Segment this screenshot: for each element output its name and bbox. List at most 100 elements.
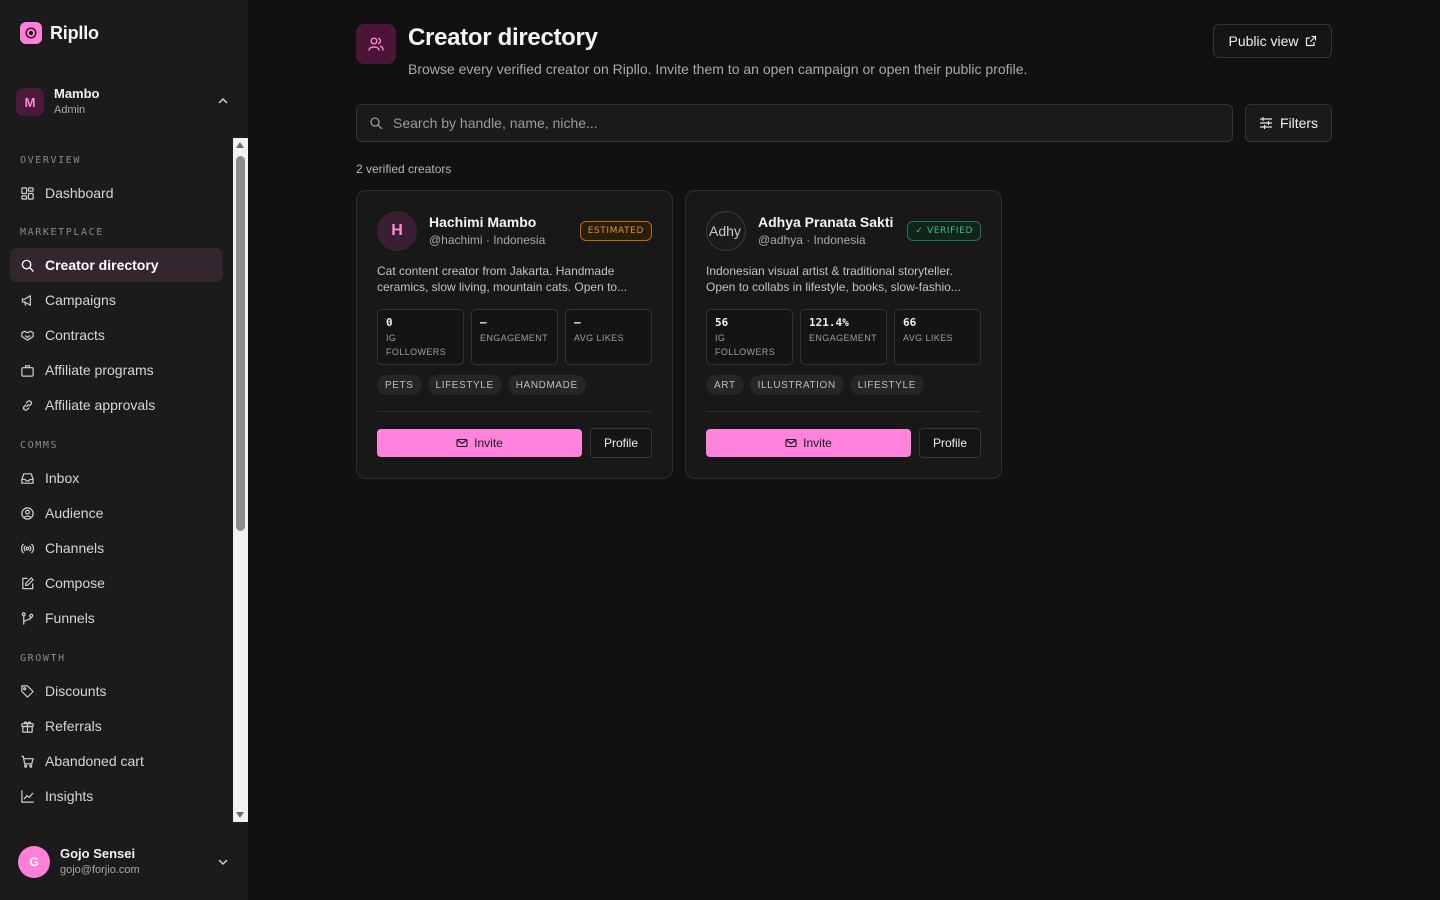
sidebar-item-dashboard[interactable]: Dashboard	[10, 176, 223, 210]
creator-card: H Hachimi Mambo @hachimi · Indonesia EST…	[356, 190, 673, 479]
stat-value: –	[574, 316, 581, 329]
sidebar-item-label: Contracts	[45, 327, 105, 343]
stat-ig-followers: 56 IG FOLLOWERS	[706, 309, 793, 365]
avatar: Adhy	[706, 211, 746, 251]
broadcast-icon	[20, 543, 35, 553]
niche-tag: PETS	[377, 375, 422, 395]
sidebar-item-funnels[interactable]: Funnels	[10, 601, 223, 635]
search-bar[interactable]	[356, 104, 1233, 142]
stat-value: 66	[903, 316, 917, 329]
avatar: G	[18, 846, 50, 878]
nav-section-overview: OVERVIEW	[20, 155, 81, 166]
chart-icon	[21, 789, 34, 803]
profile-button[interactable]: Profile	[919, 428, 981, 458]
gift-icon	[21, 720, 34, 733]
megaphone-icon	[21, 294, 31, 306]
result-count: 2 verified creators	[356, 162, 452, 176]
user-email: gojo@forjio.com	[60, 864, 140, 876]
sidebar-item-referrals[interactable]: Referrals	[10, 709, 223, 743]
sidebar-item-label: Affiliate programs	[45, 362, 154, 378]
sidebar-item-affiliate-programs[interactable]: Affiliate programs	[10, 353, 223, 387]
stat-label: IG FOLLOWERS	[386, 333, 447, 357]
sidebar-item-label: Insights	[45, 788, 94, 804]
sidebar-item-label: Audience	[45, 505, 104, 521]
sidebar-item-label: Discounts	[45, 683, 107, 699]
sidebar-item-campaigns[interactable]: Campaigns	[10, 283, 223, 317]
filters-label: Filters	[1279, 115, 1319, 131]
invite-button[interactable]: Invite	[706, 429, 911, 457]
creator-name: Adhya Pranata Sakti	[758, 214, 894, 230]
sidebar-item-abandoned-cart[interactable]: Abandoned cart	[10, 744, 223, 778]
stat-label: IG FOLLOWERS	[715, 333, 776, 357]
sidebar-item-label: Abandoned cart	[45, 753, 144, 769]
sliders-icon	[1259, 116, 1273, 130]
stat-value: 56	[715, 316, 729, 329]
brand-name: Ripllo	[50, 22, 99, 43]
inbox-icon	[21, 472, 34, 484]
filters-button[interactable]: Filters	[1245, 104, 1332, 142]
sidebar-item-label: Creator directory	[45, 257, 159, 273]
sidebar-item-affiliate-approvals[interactable]: Affiliate approvals	[10, 388, 223, 422]
workspace-role: Admin	[54, 104, 86, 116]
sidebar-item-discounts[interactable]: Discounts	[10, 674, 223, 708]
funnel-icon	[21, 611, 34, 625]
stat-label: AVG LIKES	[903, 333, 953, 343]
stat-value: –	[480, 316, 487, 329]
stat-label: ENGAGEMENT	[480, 333, 549, 343]
divider	[377, 411, 652, 412]
workspace-avatar: M	[16, 88, 44, 116]
niche-tag: LIFESTYLE	[849, 375, 924, 395]
status-badge: ✓ VERIFIED	[907, 221, 981, 241]
sidebar-item-creator-directory[interactable]: Creator directory	[10, 248, 223, 282]
public-view-button[interactable]: Public view	[1213, 24, 1332, 58]
creator-bio: Cat content creator from Jakarta. Handma…	[377, 264, 628, 294]
public-view-label: Public view	[1228, 33, 1299, 49]
briefcase-icon	[21, 364, 34, 377]
niche-tag: LIFESTYLE	[427, 375, 502, 395]
chevron-down-icon	[218, 859, 228, 866]
stat-value: 121.4%	[809, 316, 849, 329]
workspace-switcher[interactable]: M Mambo Admin	[16, 84, 232, 120]
sidebar-item-label: Referrals	[45, 718, 102, 734]
sidebar-item-insights[interactable]: Insights	[10, 779, 223, 813]
niche-tag: ILLUSTRATION	[749, 375, 844, 395]
sidebar-item-inbox[interactable]: Inbox	[10, 461, 223, 495]
search-icon	[21, 259, 34, 272]
sidebar-item-label: Dashboard	[45, 185, 114, 201]
sidebar-item-label: Inbox	[45, 470, 80, 486]
pencil-icon	[22, 576, 34, 589]
workspace-name: Mambo	[54, 86, 100, 101]
stat-engagement: 121.4% ENGAGEMENT	[800, 309, 887, 365]
user-circle-icon	[21, 506, 34, 520]
user-menu[interactable]: G Gojo Sensei gojo@forjio.com	[18, 844, 232, 880]
stat-avg-likes: – AVG LIKES	[565, 309, 652, 365]
invite-label: Invite	[474, 436, 503, 450]
niche-tag: ART	[706, 375, 744, 395]
brand[interactable]: Ripllo	[20, 22, 99, 44]
sidebar-item-label: Affiliate approvals	[45, 397, 156, 413]
sidebar-scrollbar[interactable]	[233, 138, 248, 822]
nav-section-comms: COMMS	[20, 440, 59, 451]
sidebar-nav: OVERVIEW Dashboard MARKETPLACE Creator d…	[0, 138, 233, 822]
invite-button[interactable]: Invite	[377, 429, 582, 457]
scrollbar-thumb[interactable]	[236, 156, 245, 531]
search-input[interactable]	[393, 115, 1213, 131]
creator-stats: 0 IG FOLLOWERS – ENGAGEMENT – AVG LIKES	[377, 309, 652, 365]
scroll-up-arrow-icon[interactable]	[236, 142, 244, 148]
stat-label: ENGAGEMENT	[809, 333, 878, 343]
dashboard-icon	[21, 186, 34, 200]
sidebar-item-contracts[interactable]: Contracts	[10, 318, 223, 352]
stat-ig-followers: 0 IG FOLLOWERS	[377, 309, 464, 365]
profile-button[interactable]: Profile	[590, 428, 652, 458]
sidebar-item-audience[interactable]: Audience	[10, 496, 223, 530]
search-icon	[370, 117, 383, 130]
chevron-up-icon	[218, 97, 228, 104]
niche-tag: HANDMADE	[507, 375, 586, 395]
sidebar-item-label: Channels	[45, 540, 105, 556]
scroll-down-arrow-icon[interactable]	[236, 812, 244, 818]
sidebar-item-compose[interactable]: Compose	[10, 566, 223, 600]
user-name: Gojo Sensei	[60, 846, 136, 861]
sidebar-item-channels[interactable]: Channels	[10, 531, 223, 565]
stat-avg-likes: 66 AVG LIKES	[894, 309, 981, 365]
divider	[706, 411, 981, 412]
